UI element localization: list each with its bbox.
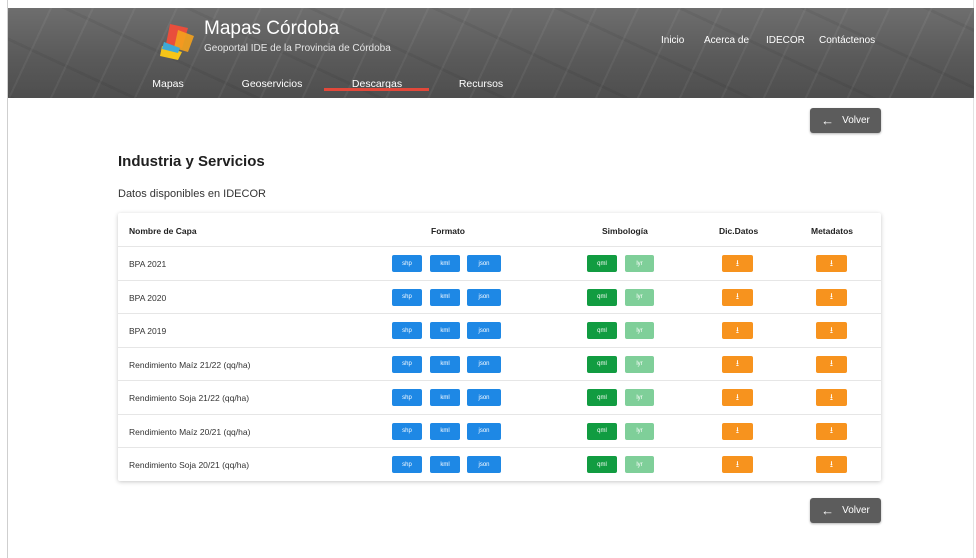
download-json-button[interactable]: json: [467, 322, 501, 339]
download-dic-datos-icon[interactable]: ⭳: [722, 389, 753, 406]
download-kml-button[interactable]: kml: [430, 322, 460, 339]
download-metadatos-icon[interactable]: ⭳: [816, 355, 847, 373]
brand-title[interactable]: Mapas Córdoba: [204, 18, 339, 40]
download-dic-datos-icon[interactable]: ⭳: [722, 456, 753, 473]
back-button-top[interactable]: ← Volver: [810, 108, 881, 133]
download-lyr-button[interactable]: lyr: [625, 422, 654, 440]
layers-table: Nombre de Capa Formato Simbología Dic.Da…: [118, 213, 881, 481]
download-shp-button[interactable]: shp: [392, 355, 422, 373]
table-row: Rendimiento Soja 21/22 (qq/ha) shp kml json…: [118, 380, 881, 414]
layer-name: BPA 2020: [129, 292, 167, 303]
download-qml-button[interactable]: qml: [587, 456, 617, 473]
page-subtitle: Datos disponibles en IDECOR: [118, 188, 266, 200]
topnav-acerca-de[interactable]: Acerca de: [704, 35, 749, 46]
download-qml-button[interactable]: qml: [587, 355, 617, 373]
download-lyr-button[interactable]: lyr: [625, 322, 654, 339]
download-json-button[interactable]: json: [467, 255, 501, 272]
back-button-bottom[interactable]: ← Volver: [810, 498, 881, 523]
header-metadatos: Metadatos: [811, 226, 854, 236]
download-qml-button[interactable]: qml: [587, 255, 617, 272]
download-metadatos-icon[interactable]: ⭳: [816, 456, 847, 473]
mapas-cordoba-logo-icon[interactable]: [158, 22, 200, 62]
back-button-label: Volver: [842, 115, 870, 126]
table-row: BPA 2020 shp kml json qml lyr ⭳ ⭳: [118, 279, 881, 314]
download-dic-datos-icon[interactable]: ⭳: [722, 288, 753, 306]
arrow-left-icon: ←: [821, 503, 835, 518]
download-metadatos-icon[interactable]: ⭳: [816, 288, 847, 306]
table-row: BPA 2021 shp kml json qml lyr ⭳ ⭳: [118, 246, 881, 280]
download-json-button[interactable]: json: [467, 456, 501, 473]
topnav-contactenos[interactable]: Contáctenos: [819, 35, 875, 46]
download-qml-button[interactable]: qml: [587, 288, 617, 306]
download-kml-button[interactable]: kml: [430, 355, 460, 373]
download-shp-button[interactable]: shp: [392, 255, 422, 272]
header-dic-datos: Dic.Datos: [719, 226, 759, 236]
download-json-button[interactable]: json: [467, 422, 501, 440]
download-metadatos-icon[interactable]: ⭳: [816, 255, 847, 272]
back-button-label: Volver: [842, 505, 870, 516]
download-shp-button[interactable]: shp: [392, 322, 422, 339]
table-row: Rendimiento Maíz 21/22 (qq/ha) shp kml json…: [118, 346, 881, 381]
layer-name: Rendimiento Maíz 20/21 (qq/ha): [129, 426, 251, 437]
download-shp-button[interactable]: shp: [392, 456, 422, 473]
download-kml-button[interactable]: kml: [430, 422, 460, 440]
download-shp-button[interactable]: shp: [392, 389, 422, 406]
header-simbologia: Simbología: [602, 226, 648, 236]
download-lyr-button[interactable]: lyr: [625, 456, 654, 473]
table-row: Rendimiento Soja 20/21 (qq/ha) shp kml json…: [118, 447, 881, 481]
topnav-inicio[interactable]: Inicio: [661, 35, 684, 46]
download-dic-datos-icon[interactable]: ⭳: [722, 322, 753, 339]
download-dic-datos-icon[interactable]: ⭳: [722, 355, 753, 373]
download-kml-button[interactable]: kml: [430, 255, 460, 272]
header-nombre-de-capa: Nombre de Capa: [129, 226, 197, 236]
tab-geoservicios[interactable]: Geoservicios: [242, 78, 303, 90]
download-shp-button[interactable]: shp: [392, 288, 422, 306]
download-lyr-button[interactable]: lyr: [625, 389, 654, 406]
site-header: Mapas Córdoba Geoportal IDE de la Provin…: [8, 8, 974, 98]
layer-name: BPA 2021: [129, 259, 167, 269]
download-metadatos-icon[interactable]: ⭳: [816, 422, 847, 440]
download-dic-datos-icon[interactable]: ⭳: [722, 422, 753, 440]
download-metadatos-icon[interactable]: ⭳: [816, 389, 847, 406]
download-kml-button[interactable]: kml: [430, 288, 460, 306]
download-kml-button[interactable]: kml: [430, 456, 460, 473]
topnav-idecor[interactable]: IDECOR: [766, 35, 805, 46]
layer-name: Rendimiento Maíz 21/22 (qq/ha): [129, 359, 251, 370]
download-json-button[interactable]: json: [467, 288, 501, 306]
table-row: BPA 2019 shp kml json qml lyr ⭳ ⭳: [118, 313, 881, 347]
header-formato: Formato: [431, 226, 465, 236]
arrow-left-icon: ←: [821, 113, 835, 128]
layer-name: Rendimiento Soja 21/22 (qq/ha): [129, 393, 250, 403]
tab-mapas[interactable]: Mapas: [152, 78, 184, 90]
download-lyr-button[interactable]: lyr: [625, 288, 654, 306]
download-lyr-button[interactable]: lyr: [625, 355, 654, 373]
download-dic-datos-icon[interactable]: ⭳: [722, 255, 753, 272]
download-json-button[interactable]: json: [467, 355, 501, 373]
layer-name: BPA 2019: [129, 326, 167, 336]
download-shp-button[interactable]: shp: [392, 422, 422, 440]
download-lyr-button[interactable]: lyr: [625, 255, 654, 272]
brand-subtitle: Geoportal IDE de la Provincia de Córdoba: [204, 43, 391, 54]
download-qml-button[interactable]: qml: [587, 322, 617, 339]
page-title: Industria y Servicios: [118, 153, 265, 170]
tab-recursos[interactable]: Recursos: [459, 78, 503, 90]
download-metadatos-icon[interactable]: ⭳: [816, 322, 847, 339]
download-qml-button[interactable]: qml: [587, 422, 617, 440]
download-qml-button[interactable]: qml: [587, 389, 617, 406]
download-json-button[interactable]: json: [467, 389, 501, 406]
active-tab-indicator: [324, 88, 429, 91]
layer-name: Rendimiento Soja 20/21 (qq/ha): [129, 460, 250, 470]
download-kml-button[interactable]: kml: [430, 389, 460, 406]
table-row: Rendimiento Maíz 20/21 (qq/ha) shp kml json…: [118, 413, 881, 448]
